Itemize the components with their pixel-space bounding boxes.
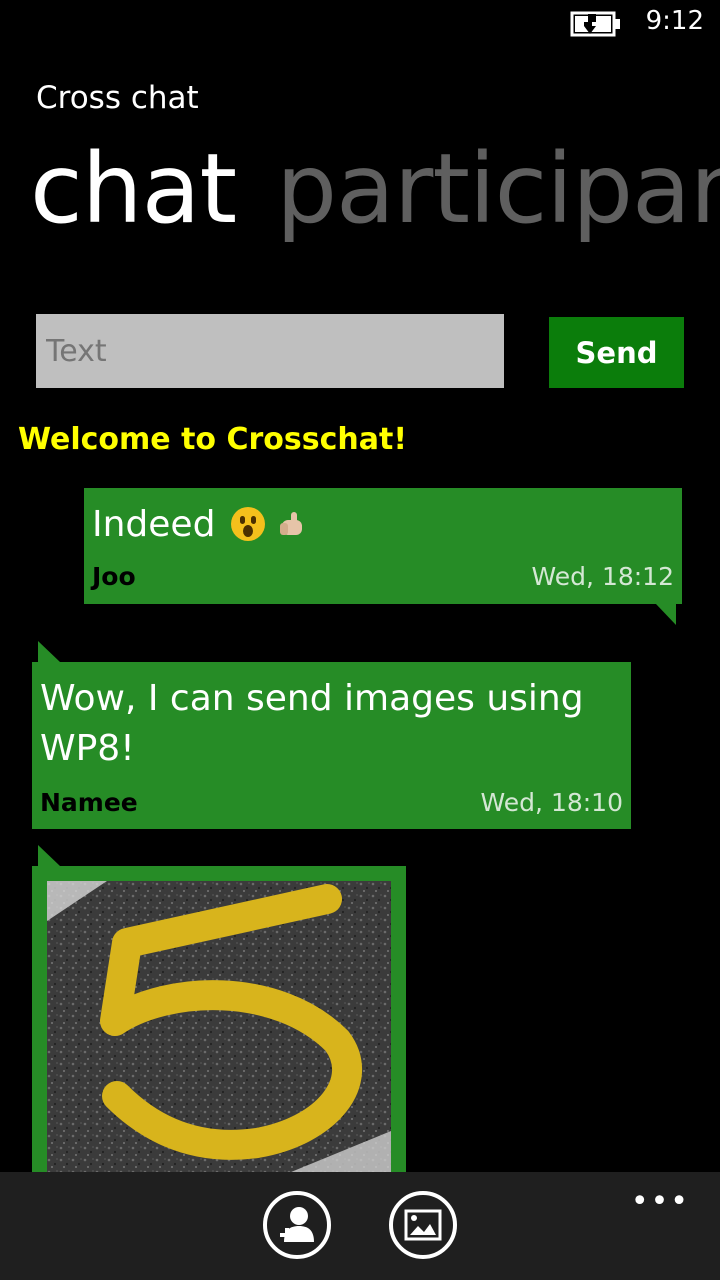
battery-charging-icon: [570, 11, 620, 37]
chat-message[interactable]: Wow, I can send images using WP8! Namee …: [32, 641, 631, 829]
status-time: 9:12: [645, 6, 704, 36]
road-number-5-photo[interactable]: [47, 881, 391, 1186]
chat-message[interactable]: Indeed Joo Wed, 18:12: [84, 488, 682, 625]
message-time: Wed, 18:12: [531, 562, 674, 591]
thumbs-up-icon: [280, 512, 303, 535]
message-sender: Namee: [40, 788, 138, 817]
app-title: Cross chat: [36, 80, 199, 116]
chat-image-message[interactable]: [32, 845, 406, 1186]
message-text: Indeed: [92, 504, 216, 545]
pivot-item-participants[interactable]: participan: [276, 133, 720, 245]
astonished-face-icon: [230, 507, 265, 541]
welcome-message: Welcome to Crosschat!: [18, 422, 408, 457]
bubble-tail: [656, 604, 676, 625]
pivot-item-chat[interactable]: chat: [30, 133, 237, 245]
bubble-tail: [38, 845, 60, 866]
send-button[interactable]: Send: [549, 317, 684, 388]
send-image-icon[interactable]: [388, 1190, 458, 1260]
app-bar: •••: [0, 1172, 720, 1280]
message-sender: Joo: [92, 562, 136, 591]
message-time: Wed, 18:10: [480, 788, 623, 817]
more-options-button[interactable]: •••: [631, 1184, 690, 1219]
add-participant-icon[interactable]: [262, 1190, 332, 1260]
pivot-header: chat participan: [30, 134, 720, 244]
message-text: Wow, I can send images using WP8!: [40, 678, 584, 769]
message-input[interactable]: [36, 314, 504, 388]
bubble-tail: [38, 641, 60, 662]
status-bar: 9:12: [0, 0, 720, 48]
message-content: Indeed: [92, 500, 308, 550]
